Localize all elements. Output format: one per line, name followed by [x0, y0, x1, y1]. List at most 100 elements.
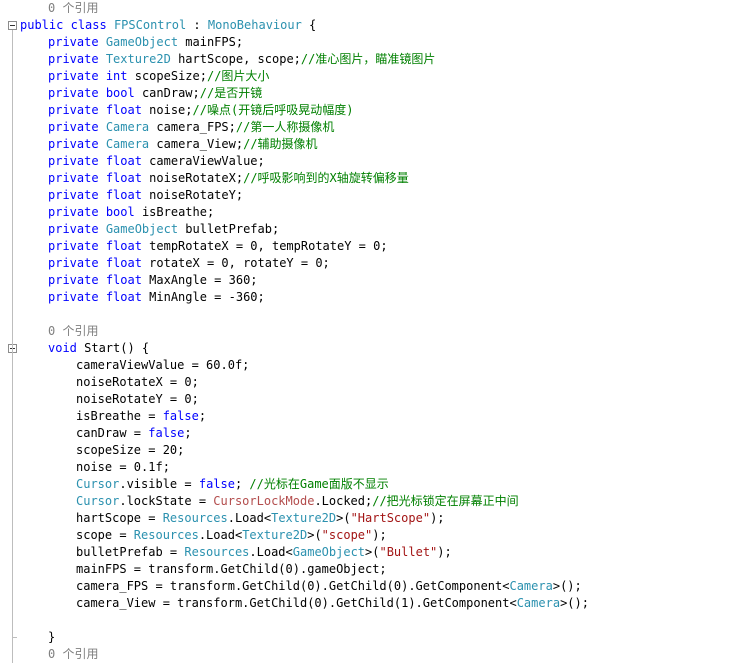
code-text: cameraViewValue = 60.0f;: [76, 357, 249, 374]
gutter: [0, 510, 20, 527]
code-line[interactable]: }: [0, 629, 735, 646]
code-token: tempRotateX = 0, tempRotateY = 0;: [141, 239, 388, 253]
code-line[interactable]: hartScope = Resources.Load<Texture2D>("H…: [0, 510, 735, 527]
code-line[interactable]: public class FPSControl : MonoBehaviour …: [0, 17, 735, 34]
collapse-minus-icon[interactable]: [8, 21, 17, 30]
codelens-row[interactable]: 0 个引用: [0, 0, 735, 17]
code-line[interactable]: cameraViewValue = 60.0f;: [0, 357, 735, 374]
code-text: scope = Resources.Load<Texture2D>("scope…: [76, 527, 387, 544]
codelens-text[interactable]: 0 个引用: [48, 646, 98, 663]
code-line[interactable]: private Camera camera_FPS;//第一人称摄像机: [0, 119, 735, 136]
code-line[interactable]: private float noise;//噪点(开镜后呼吸晃动幅度): [0, 102, 735, 119]
code-line[interactable]: void Start() {: [0, 340, 735, 357]
code-line[interactable]: private float noiseRotateX;//呼吸影响到的X轴旋转偏…: [0, 170, 735, 187]
codelens-text[interactable]: 0 个引用: [48, 323, 98, 340]
code-text: camera_FPS = transform.GetChild(0).GetCh…: [76, 578, 582, 595]
keyword-token: private: [48, 273, 99, 287]
code-line[interactable]: camera_View = transform.GetChild(0).GetC…: [0, 595, 735, 612]
type-token: Cursor: [76, 477, 120, 491]
type-token: Camera: [509, 579, 553, 593]
code-editor[interactable]: 0 个引用 public class FPSControl : MonoBehav…: [0, 0, 735, 663]
keyword-token: private: [48, 239, 99, 253]
code-line[interactable]: private float MinAngle = -360;: [0, 289, 735, 306]
code-text: isBreathe = false;: [76, 408, 206, 425]
type-token: Texture2D: [242, 528, 308, 542]
codelens-row[interactable]: 0 个引用: [0, 646, 735, 663]
codelens-text[interactable]: 0 个引用: [48, 0, 98, 17]
type-token: Camera: [105, 120, 150, 134]
code-line[interactable]: bulletPrefab = Resources.Load<GameObject…: [0, 544, 735, 561]
code-token: noiseRotateX = 0;: [76, 375, 199, 389]
gutter: [0, 17, 20, 34]
keyword-token: private: [48, 188, 99, 202]
keyword-token: bool: [105, 205, 135, 219]
code-token: mainFPS = transform.GetChild(0).gameObje…: [76, 562, 387, 576]
code-token: camera_FPS = transform.GetChild(0).GetCh…: [76, 579, 510, 593]
codelens-row[interactable]: 0 个引用: [0, 323, 735, 340]
keyword-token: public: [20, 18, 64, 32]
code-line[interactable]: mainFPS = transform.GetChild(0).gameObje…: [0, 561, 735, 578]
code-token: isBreathe;: [134, 205, 215, 219]
code-token: noiseRotateY;: [141, 188, 244, 202]
code-line[interactable]: private Camera camera_View;//辅助摄像机: [0, 136, 735, 153]
comment-token: //第一人称摄像机: [235, 120, 335, 134]
code-line[interactable]: Cursor.visible = false; //光标在Game面版不显示: [0, 476, 735, 493]
code-text: private Texture2D hartScope, scope;//准心图…: [48, 51, 435, 68]
comment-token: //图片大小: [206, 69, 270, 83]
code-line[interactable]: isBreathe = false;: [0, 408, 735, 425]
blank-line[interactable]: [0, 306, 735, 323]
code-line[interactable]: private Texture2D hartScope, scope;//准心图…: [0, 51, 735, 68]
code-text: private float cameraViewValue;: [48, 153, 265, 170]
code-token: }: [48, 630, 56, 644]
code-line[interactable]: scopeSize = 20;: [0, 442, 735, 459]
code-token: >(: [307, 528, 322, 542]
code-token: ;: [198, 409, 207, 423]
code-token: camera_View;: [149, 137, 244, 151]
code-line[interactable]: scope = Resources.Load<Texture2D>("scope…: [0, 527, 735, 544]
gutter: [0, 629, 20, 646]
code-token: ;: [184, 426, 192, 440]
code-line[interactable]: private float tempRotateX = 0, tempRotat…: [0, 238, 735, 255]
code-line[interactable]: noiseRotateX = 0;: [0, 374, 735, 391]
code-line[interactable]: Cursor.lockState = CursorLockMode.Locked…: [0, 493, 735, 510]
keyword-token: private: [48, 205, 99, 219]
gutter: [0, 0, 20, 17]
code-line[interactable]: private bool canDraw;//是否开镜: [0, 85, 735, 102]
gutter: [0, 561, 20, 578]
code-token: scope =: [76, 528, 134, 542]
code-token: canDraw;: [134, 86, 200, 100]
comment-token: //把光标锁定在屏幕正中间: [372, 494, 519, 508]
code-line[interactable]: canDraw = false;: [0, 425, 735, 442]
code-text: canDraw = false;: [76, 425, 192, 442]
gutter: [0, 51, 20, 68]
code-text: private float MaxAngle = 360;: [48, 272, 258, 289]
code-text: private float rotateX = 0, rotateY = 0;: [48, 255, 330, 272]
code-line[interactable]: private float MaxAngle = 360;: [0, 272, 735, 289]
reference-count: 0 个引用: [48, 647, 99, 661]
gutter: [0, 493, 20, 510]
code-line[interactable]: noise = 0.1f;: [0, 459, 735, 476]
code-line[interactable]: noiseRotateY = 0;: [0, 391, 735, 408]
code-line[interactable]: private float noiseRotateY;: [0, 187, 735, 204]
gutter: [0, 408, 20, 425]
keyword-token: float: [105, 273, 142, 287]
code-line[interactable]: private float rotateX = 0, rotateY = 0;: [0, 255, 735, 272]
code-text: private Camera camera_FPS;//第一人称摄像机: [48, 119, 334, 136]
code-line[interactable]: private int scopeSize;//图片大小: [0, 68, 735, 85]
code-token: ;: [234, 477, 250, 491]
code-line[interactable]: private bool isBreathe;: [0, 204, 735, 221]
gutter: [0, 340, 20, 357]
code-line[interactable]: private float cameraViewValue;: [0, 153, 735, 170]
gutter: [0, 544, 20, 561]
code-line[interactable]: private GameObject bulletPrefab;: [0, 221, 735, 238]
code-line[interactable]: camera_FPS = transform.GetChild(0).GetCh…: [0, 578, 735, 595]
blank-line[interactable]: [0, 612, 735, 629]
code-token: .lockState =: [119, 494, 214, 508]
code-line[interactable]: private GameObject mainFPS;: [0, 34, 735, 51]
code-token: scopeSize = 20;: [76, 443, 185, 457]
